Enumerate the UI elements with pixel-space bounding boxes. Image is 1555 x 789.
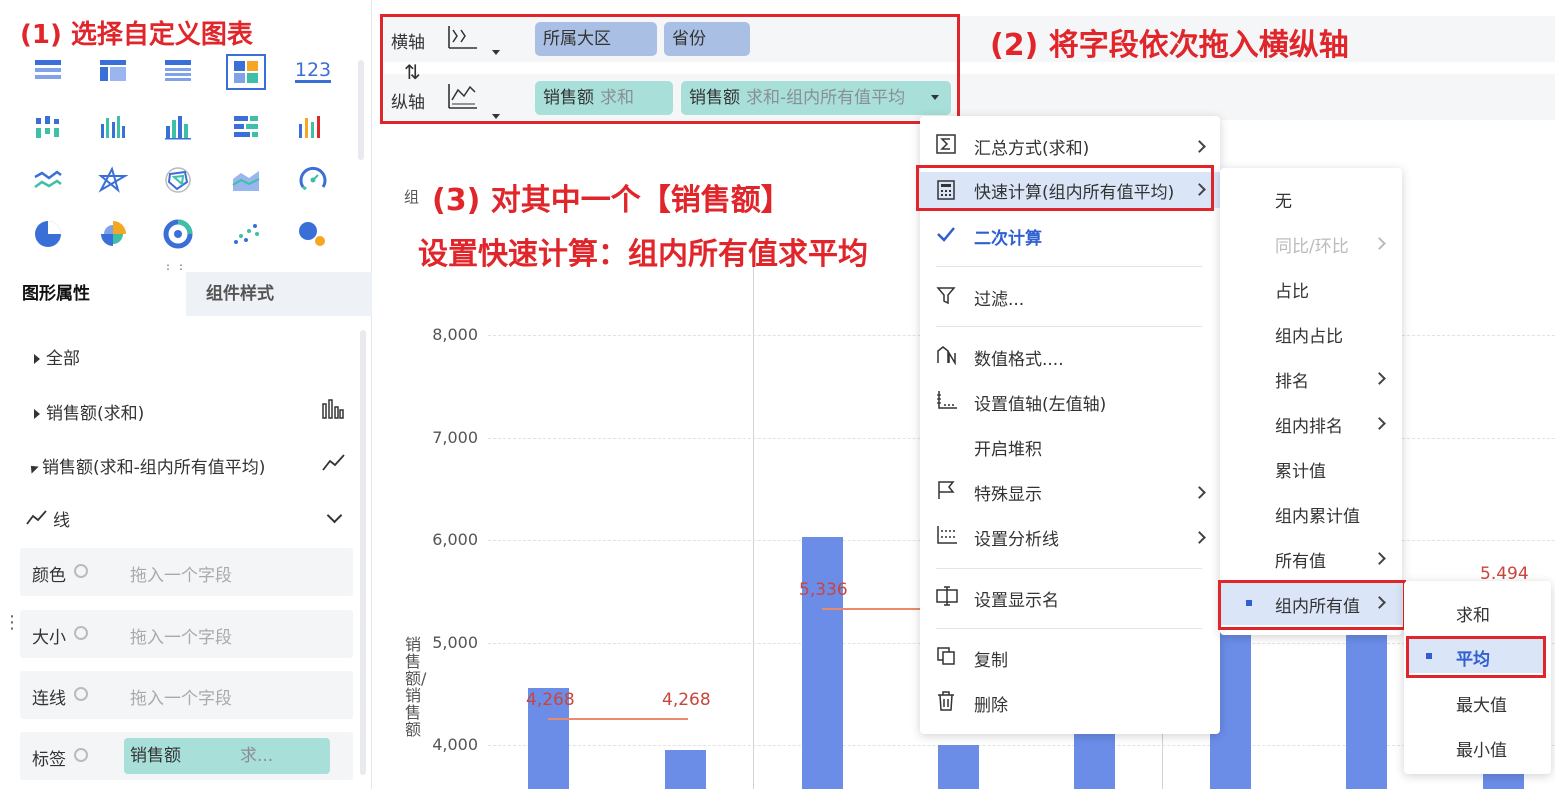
chart-bar[interactable]: [938, 745, 979, 789]
menu-analysis-line[interactable]: 设置分析线: [920, 525, 1220, 553]
chevron-right-icon: [1193, 140, 1206, 153]
data-label: 4,268: [662, 689, 711, 710]
analysis-line-icon: [936, 525, 957, 545]
quick-calc-item[interactable]: 占比: [1220, 274, 1402, 304]
average-line: [548, 717, 688, 720]
quick-calc-item[interactable]: 组内占比: [1220, 319, 1402, 349]
menu-copy-label: 复制: [974, 651, 1008, 671]
quick-calc-item[interactable]: 所有值: [1220, 544, 1402, 574]
menu-delete-label: 删除: [974, 696, 1008, 716]
menu-number-format-label: 数值格式....: [974, 350, 1064, 370]
menu-filter-label: 过滤...: [974, 290, 1025, 310]
y-tick-label: 4,000: [432, 735, 478, 754]
quick-calc-item-label: 排名: [1275, 372, 1309, 392]
annotation-average-box: [1406, 636, 1546, 678]
quick-calc-item[interactable]: 组内排名: [1220, 409, 1402, 439]
menu-secondary-calc[interactable]: 二次计算: [920, 224, 1220, 252]
quick-calc-item[interactable]: 无: [1220, 184, 1402, 214]
quick-calc-item-label: 组内累计值: [1275, 507, 1360, 527]
chevron-right-icon: [1373, 372, 1386, 385]
quick-calc-item[interactable]: 排名: [1220, 364, 1402, 394]
flag-icon: [936, 480, 956, 500]
rename-icon: [936, 586, 958, 606]
quick-calc-item-label: 无: [1275, 192, 1292, 212]
quick-calc-item-label: 累计值: [1275, 462, 1326, 482]
annotation-group-all-box: [1218, 580, 1406, 630]
sum-icon: [936, 134, 956, 154]
menu-display-name-label: 设置显示名: [974, 591, 1059, 611]
annotation-quick-calc-box: [916, 165, 1214, 211]
menu-number-format[interactable]: 数值格式....: [920, 345, 1220, 373]
copy-icon: [936, 646, 956, 666]
quick-calc-item: 同比/环比: [1220, 229, 1402, 259]
chevron-right-icon: [1193, 486, 1206, 499]
average-line: [822, 608, 930, 611]
chevron-right-icon: [1373, 417, 1386, 430]
y-tick-label: 5,000: [432, 632, 478, 652]
quick-calc-item-label: 所有值: [1275, 552, 1326, 572]
annotation-step3-line2: 设置快速计算：组内所有值求平均: [418, 237, 868, 272]
menu-separator: [936, 568, 1202, 569]
aggregation-item[interactable]: 求和: [1408, 599, 1544, 627]
menu-separator: [936, 266, 1202, 267]
quick-calc-item[interactable]: 累计值: [1220, 454, 1402, 484]
menu-summary-method[interactable]: 汇总方式(求和): [920, 134, 1220, 162]
chevron-right-icon: [1193, 531, 1206, 544]
legend-stub: 组: [404, 188, 420, 206]
quick-calc-submenu: 无同比/环比 占比 组内占比 排名 组内排名 累计值 组内累计值 所有值 组内所有值: [1220, 168, 1402, 635]
value-axis-icon: [936, 390, 957, 410]
annotation-step3-line1: (3) 对其中一个【销售额】: [432, 183, 791, 218]
chevron-right-icon: [1373, 237, 1386, 250]
menu-filter[interactable]: 过滤...: [920, 285, 1220, 313]
quick-calc-item[interactable]: 组内累计值: [1220, 499, 1402, 529]
quick-calc-item-label: 组内占比: [1275, 327, 1343, 347]
quick-calc-item-label: 占比: [1275, 282, 1309, 302]
aggregation-item-label: 求和: [1456, 606, 1490, 626]
chart-bar[interactable]: [802, 536, 843, 789]
menu-summary-method-label: 汇总方式(求和): [974, 139, 1090, 159]
menu-enable-stack-label: 开启堆积: [974, 440, 1042, 460]
chevron-right-icon: [1373, 552, 1386, 565]
menu-delete[interactable]: 删除: [920, 691, 1220, 719]
menu-display-name[interactable]: 设置显示名: [920, 586, 1220, 614]
aggregation-item[interactable]: 最大值: [1408, 689, 1544, 717]
chart-bar[interactable]: [665, 750, 706, 789]
menu-analysis-line-label: 设置分析线: [974, 530, 1059, 550]
aggregation-item-label: 最小值: [1456, 741, 1507, 761]
check-icon: [936, 224, 956, 244]
menu-special-display-label: 特殊显示: [974, 485, 1042, 505]
menu-value-axis-label: 设置值轴(左值轴): [974, 395, 1107, 415]
menu-special-display[interactable]: 特殊显示: [920, 480, 1220, 508]
aggregation-item-label: 最大值: [1456, 696, 1507, 716]
data-label: 5,336: [799, 580, 848, 601]
y-tick-label: 6,000: [432, 530, 478, 549]
quick-calc-item-label: 同比/环比: [1275, 237, 1349, 257]
menu-secondary-calc-label: 二次计算: [974, 229, 1042, 249]
y-tick-label: 7,000: [432, 427, 478, 447]
data-label: 4,268: [526, 689, 575, 710]
filter-icon: [936, 285, 956, 305]
trash-icon: [936, 691, 956, 711]
y-tick-label: 8,000: [432, 325, 478, 344]
menu-separator: [936, 628, 1202, 629]
menu-value-axis[interactable]: 设置值轴(左值轴): [920, 390, 1220, 418]
aggregation-item[interactable]: 最小值: [1408, 734, 1544, 762]
menu-enable-stack[interactable]: 开启堆积: [920, 435, 1220, 463]
menu-copy[interactable]: 复制: [920, 646, 1220, 674]
number-format-icon: [936, 345, 956, 366]
quick-calc-item-label: 组内排名: [1275, 417, 1343, 437]
menu-separator: [936, 326, 1202, 327]
gridline: [488, 745, 1555, 746]
group-divider: [753, 262, 754, 789]
